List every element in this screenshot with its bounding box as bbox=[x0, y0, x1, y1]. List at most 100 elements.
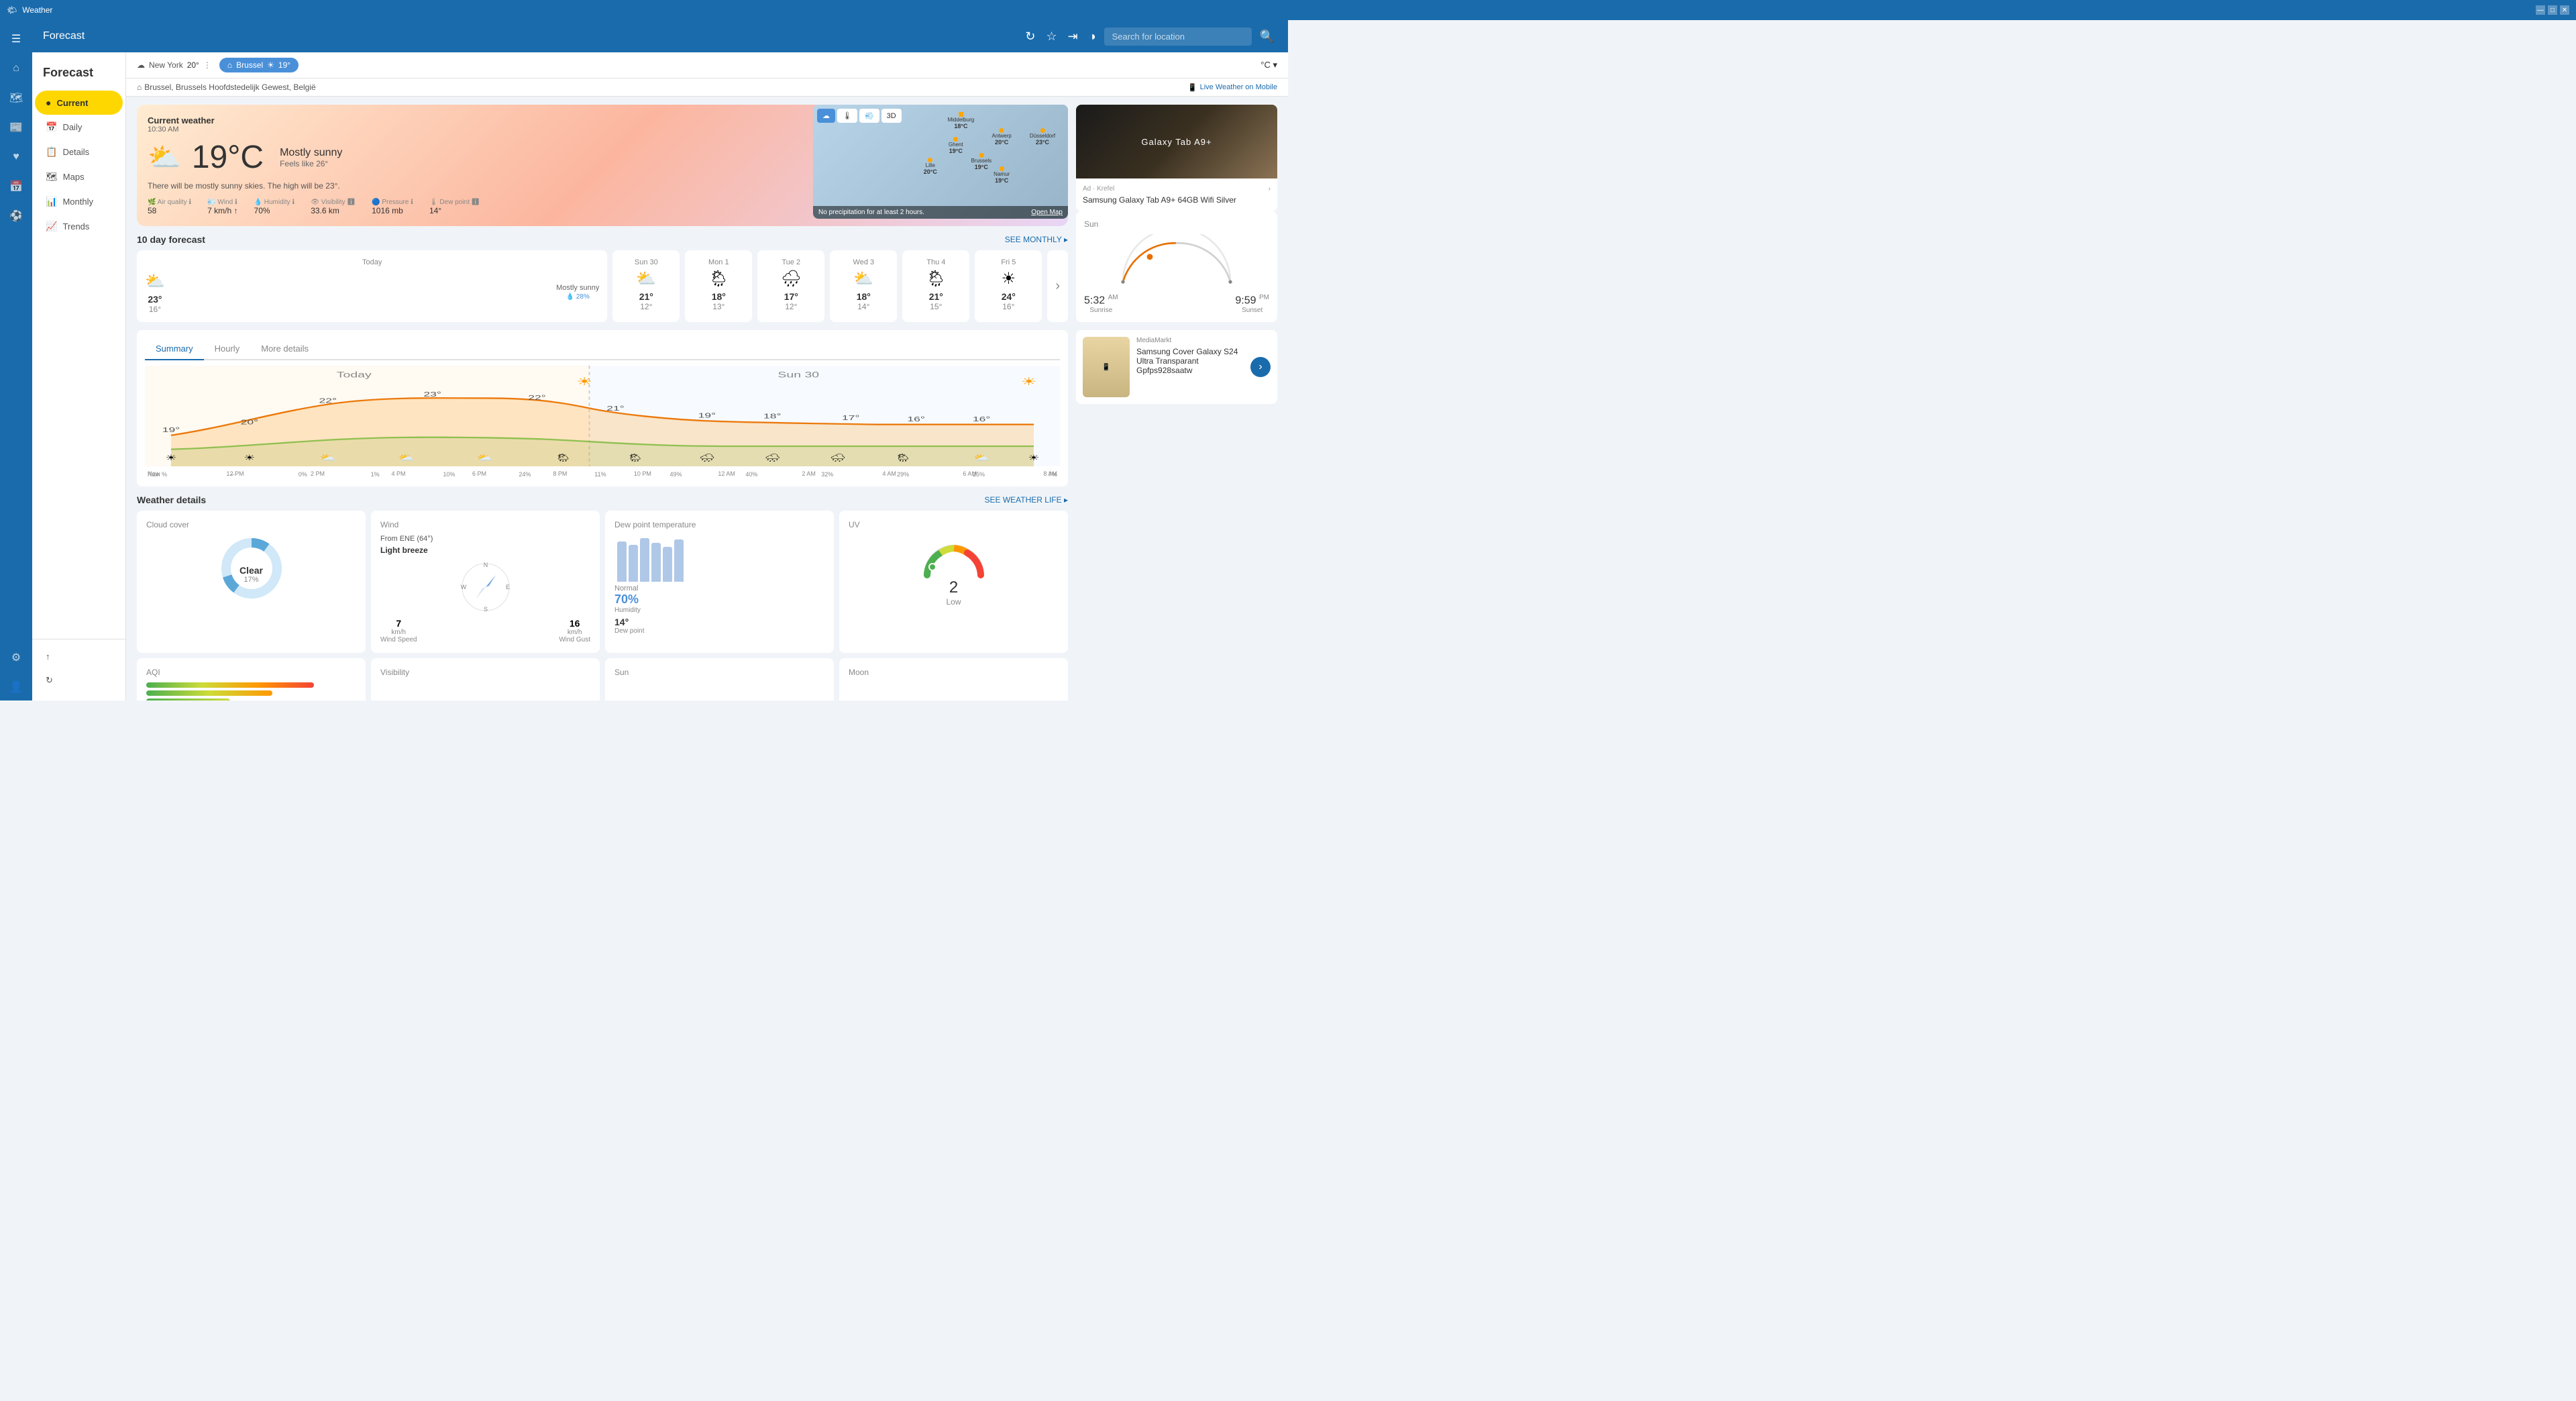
aqi-bars-container bbox=[146, 682, 356, 701]
see-monthly-button[interactable]: SEE MONTHLY ▸ bbox=[1005, 235, 1068, 244]
sidebar-item-calendar[interactable]: 📅 bbox=[3, 173, 30, 200]
sidebar-item-home[interactable]: ⌂ bbox=[3, 55, 30, 82]
daily-icon: 📅 bbox=[46, 121, 57, 133]
svg-text:20°: 20° bbox=[241, 419, 259, 427]
sidebar-item-settings[interactable]: ⚙ bbox=[3, 644, 30, 671]
dp-humidity: 70% bbox=[614, 592, 824, 607]
dp-dew: 14° bbox=[614, 617, 824, 627]
current-icon: ● bbox=[46, 97, 51, 108]
fc-day-sun30: Sun 30 bbox=[621, 258, 672, 266]
ad-card-galaxy-s24: 📱 MediaMarkt Samsung Cover Galaxy S24 Ul… bbox=[1076, 330, 1277, 404]
nav-item-maps[interactable]: 🗺 Maps bbox=[35, 164, 123, 189]
fc-high-wed3: 18° bbox=[838, 291, 889, 302]
wind-speed-val: 7 bbox=[380, 618, 417, 629]
tab-hourly[interactable]: Hourly bbox=[204, 338, 251, 360]
dew-point-bars bbox=[614, 535, 824, 582]
topbar-title: Forecast bbox=[43, 30, 1014, 42]
map-btn-3d[interactable]: 3D bbox=[881, 109, 902, 123]
sunset-time-value: 9:59 PM bbox=[1235, 294, 1269, 307]
uv-card: UV bbox=[839, 511, 1068, 653]
aqi-bar-2 bbox=[146, 690, 272, 696]
nav-item-monthly[interactable]: 📊 Monthly bbox=[35, 189, 123, 214]
ad-s24-sponsor: MediaMarkt bbox=[1136, 337, 1244, 344]
sunrise-ampm: AM bbox=[1108, 294, 1118, 301]
live-weather-mobile[interactable]: 📱 Live Weather on Mobile bbox=[1188, 83, 1277, 92]
nav-item-current[interactable]: ● Current bbox=[35, 91, 123, 115]
tab-summary[interactable]: Summary bbox=[145, 338, 204, 360]
fc-icon-wed3: ⛅ bbox=[838, 269, 889, 289]
wind-card: Wind From ENE (64°) Light breeze N E bbox=[371, 511, 600, 653]
tab-more-details[interactable]: More details bbox=[250, 338, 319, 360]
map-no-precip: No precipitation for at least 2 hours. bbox=[818, 209, 924, 216]
ny-more[interactable]: ⋮ bbox=[203, 60, 211, 70]
close-button[interactable]: ✕ bbox=[2560, 5, 2569, 15]
forecast-next-icon: › bbox=[1055, 278, 1060, 294]
sidebar-item-profile[interactable]: 👤 bbox=[3, 674, 30, 701]
dp-bar-5 bbox=[663, 547, 672, 582]
wind-compass: N E S W bbox=[459, 560, 513, 614]
open-map-link[interactable]: Open Map bbox=[1031, 209, 1063, 216]
nav-item-daily[interactable]: 📅 Daily bbox=[35, 115, 123, 140]
nav-item-up[interactable]: ↑ bbox=[35, 645, 123, 668]
theme-button[interactable]: ◑ bbox=[1086, 27, 1099, 46]
fc-high-fri5: 24° bbox=[983, 291, 1034, 302]
location-bar: ☁ New York 20° ⋮ ⌂ Brussel ☀ 19° °C ▾ bbox=[126, 52, 1288, 79]
visibility-value: 33.6 km bbox=[311, 206, 356, 215]
dp-normal-label: Normal bbox=[614, 584, 824, 592]
forecast-card-thu4[interactable]: Thu 4 🌦 21° 15° bbox=[902, 250, 969, 322]
uv-gauge-container: 2 Low bbox=[849, 535, 1059, 607]
ad-title-1: Samsung Galaxy Tab A9+ 64GB Wifi Silver bbox=[1083, 195, 1271, 205]
forecast-card-sun30[interactable]: Sun 30 ⛅ 21° 12° bbox=[612, 250, 680, 322]
sidebar: ☰ ⌂ 🗺 📰 ♥ 📅 ⚽ ⚙ 👤 bbox=[0, 20, 32, 701]
svg-text:🌧: 🌧 bbox=[829, 454, 846, 462]
sidebar-item-map[interactable]: 🗺 bbox=[3, 85, 30, 111]
brussels-temp: 19° bbox=[278, 60, 290, 70]
forecast-card-mon1[interactable]: Mon 1 🌦 18° 13° bbox=[685, 250, 752, 322]
favorite-button[interactable]: ☆ bbox=[1043, 27, 1059, 46]
map-btn-cloud[interactable]: ☁ bbox=[817, 109, 835, 123]
refresh-button[interactable]: ↻ bbox=[1022, 27, 1038, 46]
visibility-title: Visibility bbox=[380, 668, 590, 677]
search-input[interactable] bbox=[1104, 28, 1252, 46]
fc-day-fri5: Fri 5 bbox=[983, 258, 1034, 266]
forecast-more-button[interactable]: › bbox=[1047, 250, 1068, 322]
map-btn-wind[interactable]: 💨 bbox=[859, 109, 879, 123]
brussels-weather-icon: ☀ bbox=[267, 60, 274, 70]
forecast-card-fri5[interactable]: Fri 5 ☀ 24° 16° bbox=[975, 250, 1042, 322]
maximize-button[interactable]: □ bbox=[2548, 5, 2557, 15]
svg-text:16°: 16° bbox=[907, 415, 925, 423]
map-btn-temp[interactable]: 🌡 bbox=[837, 109, 857, 123]
forecast-card-today[interactable]: Today ⛅ 23° 16° Mostly sunny bbox=[137, 250, 607, 322]
topbar: Forecast ↻ ☆ ⇥ ◑ 🔍 bbox=[32, 20, 1288, 52]
dewpoint-stat: 🌡 Dew point ℹ 14° bbox=[429, 199, 480, 215]
sun-card: Sun bbox=[605, 658, 834, 701]
sidebar-item-sports[interactable]: ⚽ bbox=[3, 203, 30, 229]
fc-icon-today: ⛅ bbox=[145, 272, 165, 291]
ny-city: New York bbox=[149, 60, 183, 70]
sunset-label: Sunset bbox=[1235, 307, 1269, 314]
ad-more-icon[interactable]: › bbox=[1269, 185, 1271, 193]
sidebar-menu-button[interactable]: ☰ bbox=[3, 25, 30, 52]
forecast-card-wed3[interactable]: Wed 3 ⛅ 18° 14° bbox=[830, 250, 897, 322]
nav-item-trends[interactable]: 📈 Trends bbox=[35, 214, 123, 239]
svg-text:🌦: 🌦 bbox=[627, 454, 643, 462]
location-brussel[interactable]: ⌂ Brussel ☀ 19° bbox=[219, 58, 299, 72]
nav-item-refresh[interactable]: ↻ bbox=[35, 668, 123, 692]
fc-low-sun30: 12° bbox=[621, 302, 672, 311]
rain-label: Rain % bbox=[148, 471, 167, 478]
location-new-york[interactable]: ☁ New York 20° ⋮ bbox=[137, 60, 211, 70]
forecast-card-tue2[interactable]: Tue 2 🌧 17° 12° bbox=[757, 250, 824, 322]
wind-speed-stat: 7 km/h Wind Speed bbox=[380, 618, 417, 643]
fc-icon-mon1: 🌦 bbox=[693, 269, 744, 289]
sidebar-item-news[interactable]: 📰 bbox=[3, 114, 30, 141]
search-button[interactable]: 🔍 bbox=[1257, 27, 1277, 46]
nav-item-details[interactable]: 📋 Details bbox=[35, 140, 123, 164]
sidebar-item-health[interactable]: ♥ bbox=[3, 144, 30, 170]
share-button[interactable]: ⇥ bbox=[1065, 27, 1081, 46]
dp-bar-2 bbox=[629, 545, 638, 582]
temperature-chart: Today Sun 30 ☀ ☀ bbox=[145, 366, 1060, 466]
minimize-button[interactable]: — bbox=[2536, 5, 2545, 15]
unit-toggle[interactable]: °C ▾ bbox=[1260, 60, 1277, 70]
ad-s24-next-button[interactable]: › bbox=[1250, 357, 1271, 377]
see-weather-life-button[interactable]: SEE WEATHER LIFE ▸ bbox=[985, 495, 1069, 505]
